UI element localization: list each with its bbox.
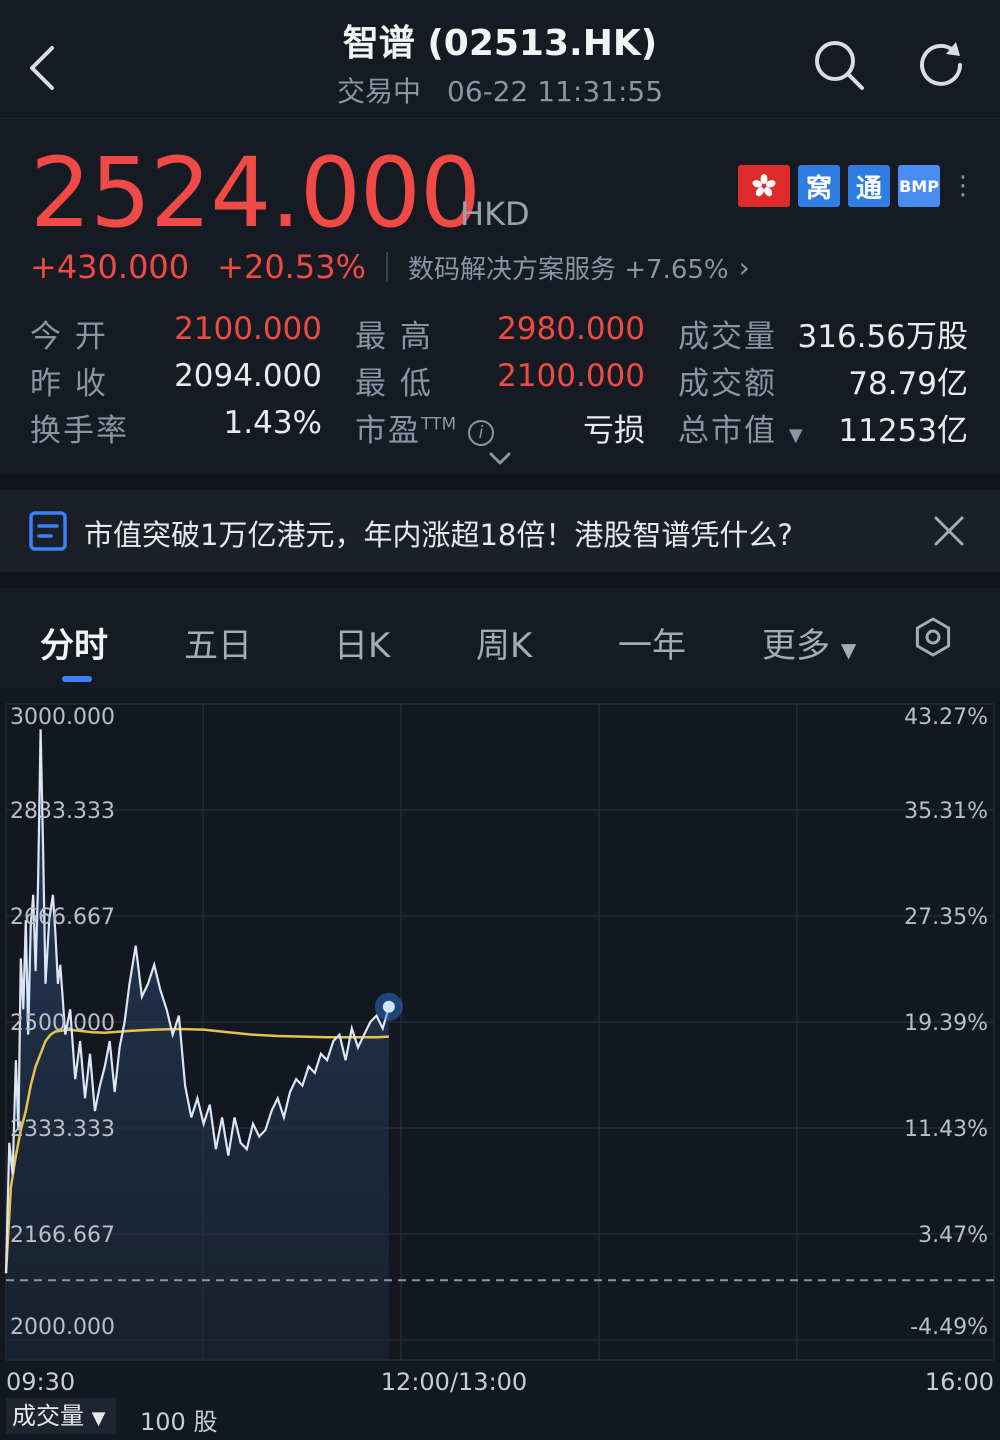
header: 智谱 (02513.HK) 交易中 06-22 11:31:55 — [0, 0, 1000, 118]
chevron-right-icon[interactable]: › — [739, 251, 750, 284]
tab-intraday[interactable]: 分时 — [40, 618, 108, 667]
news-headline[interactable]: 市值突破1万亿港元，年内涨超18倍！港股智谱凭什么? — [84, 512, 793, 554]
active-tab-indicator — [62, 676, 92, 682]
caret-down-icon: ▼ — [91, 1408, 106, 1429]
mktcap-label-text: 总市值 — [678, 413, 777, 449]
low-label: 最 低 — [355, 366, 433, 402]
price-chart-svg[interactable]: 3000.000 43.27% 2833.333 35.31% 2666.667 27.3… — [0, 688, 1000, 1440]
chevron-down-icon[interactable] — [485, 449, 515, 469]
document-icon — [29, 511, 67, 551]
y-tick-left: 2166.667 — [10, 1223, 115, 1248]
x-tick: 12:00/13:00 — [381, 1368, 527, 1396]
stats-row-2: 昨 收 2094.000 最 低 2100.000 成交额 78.79亿 — [30, 354, 970, 402]
high-value: 2980.000 — [497, 311, 645, 347]
y-tick-left: 2833.333 — [10, 799, 115, 824]
y-tick-left: 2500.000 — [10, 1011, 115, 1036]
turnover-rate-label: 换手率 — [30, 413, 129, 449]
price-change-pct: +20.53% — [217, 248, 366, 286]
y-tick-right: 19.39% — [904, 1011, 988, 1036]
chart-tabs: 分时 五日 日K 周K 一年 更多 ▼ — [0, 588, 1000, 688]
last-price: 2524.000 — [30, 137, 481, 249]
open-label: 今 开 — [30, 319, 108, 355]
bauhinia-icon — [752, 174, 776, 197]
last-price-dot — [382, 1000, 395, 1013]
stock-connect-badge[interactable]: 窝 — [798, 165, 840, 207]
y-tick-left: 2333.333 — [10, 1117, 115, 1142]
pe-label[interactable]: 市盈TTM i — [355, 405, 494, 450]
connect-badge[interactable]: 通 — [848, 165, 890, 207]
volume-label: 成交量 — [678, 319, 777, 355]
news-banner[interactable]: 市值突破1万亿港元，年内涨超18倍！港股智谱凭什么? — [0, 490, 1000, 572]
status-text: 交易中 — [336, 75, 421, 108]
close-icon[interactable] — [932, 514, 966, 548]
refresh-icon[interactable] — [912, 36, 970, 94]
timestamp: 06-22 11:31:55 — [447, 75, 664, 108]
volume-selector-label: 成交量 — [12, 1402, 84, 1430]
quote-panel: 2524.000 HKD 窝 通 BMP ⋮ +430.000 +20.53% … — [0, 118, 1000, 474]
market-badges: 窝 通 BMP ⋮ — [738, 165, 976, 207]
volume-selector[interactable]: 成交量 ▼ — [6, 1398, 116, 1434]
high-label: 最 高 — [355, 319, 433, 355]
stats-grid: 今 开 2100.000 最 高 2980.000 成交量 316.56万股 昨… — [30, 307, 970, 450]
y-tick-left: 2000.000 — [10, 1315, 115, 1340]
x-tick: 16:00 — [925, 1368, 994, 1396]
change-row: +430.000 +20.53% 数码解决方案服务 +7.65% › — [30, 247, 750, 287]
turnover-label: 成交额 — [678, 366, 777, 402]
mktcap-label[interactable]: 总市值 ▼ — [678, 405, 803, 450]
settings-icon[interactable] — [912, 616, 954, 658]
more-vertical-icon[interactable]: ⋮ — [950, 173, 976, 199]
tab-five-day[interactable]: 五日 — [184, 618, 252, 667]
x-tick: 09:30 — [6, 1368, 75, 1396]
caret-down-icon: ▼ — [840, 638, 857, 662]
y-tick-right: 43.27% — [904, 705, 988, 730]
tab-more-label: 更多 — [762, 626, 830, 666]
mktcap-value: 11253亿 — [838, 413, 968, 449]
hk-flag-icon[interactable] — [738, 165, 790, 207]
stats-row-3: 换手率 1.43% 市盈TTM i 亏损 总市值 ▼ 11253亿 — [30, 401, 970, 450]
tab-weekly-k[interactable]: 周K — [476, 618, 532, 667]
stats-row-1: 今 开 2100.000 最 高 2980.000 成交量 316.56万股 — [30, 307, 970, 355]
prev-close-label: 昨 收 — [30, 366, 108, 402]
search-icon[interactable] — [810, 36, 868, 94]
tab-more[interactable]: 更多 ▼ — [762, 618, 856, 667]
currency: HKD — [460, 195, 530, 233]
y-tick-left: 3000.000 — [10, 705, 115, 730]
info-icon[interactable]: i — [468, 419, 494, 446]
bmp-badge[interactable]: BMP — [898, 165, 940, 207]
pe-value: 亏损 — [583, 413, 645, 449]
low-value: 2100.000 — [497, 358, 645, 394]
turnover-value: 78.79亿 — [848, 366, 968, 402]
divider — [385, 252, 388, 282]
volume-value: 316.56万股 — [797, 319, 968, 355]
volume-unit: 100 股 — [140, 1408, 218, 1436]
y-tick-right: 35.31% — [904, 799, 988, 824]
y-tick-right: 3.47% — [918, 1223, 988, 1248]
turnover-rate-value: 1.43% — [223, 405, 322, 441]
y-tick-right: 11.43% — [904, 1117, 988, 1142]
y-tick-right: 27.35% — [904, 905, 988, 930]
pe-label-text: 市盈 — [355, 413, 421, 449]
intraday-chart[interactable]: 3000.000 43.27% 2833.333 35.31% 2666.667 27.3… — [0, 688, 1000, 1440]
y-tick-left: 2666.667 — [10, 905, 115, 930]
tab-daily-k[interactable]: 日K — [334, 618, 390, 667]
y-tick-right: -4.49% — [910, 1315, 988, 1340]
sector-link[interactable]: 数码解决方案服务 +7.65% — [408, 249, 729, 286]
pe-ttm: TTM — [421, 414, 457, 435]
prev-close-value: 2094.000 — [174, 358, 322, 394]
price-change: +430.000 — [30, 248, 190, 286]
caret-down-icon[interactable]: ▼ — [789, 425, 803, 446]
tab-one-year[interactable]: 一年 — [618, 618, 686, 667]
open-value: 2100.000 — [174, 311, 322, 347]
